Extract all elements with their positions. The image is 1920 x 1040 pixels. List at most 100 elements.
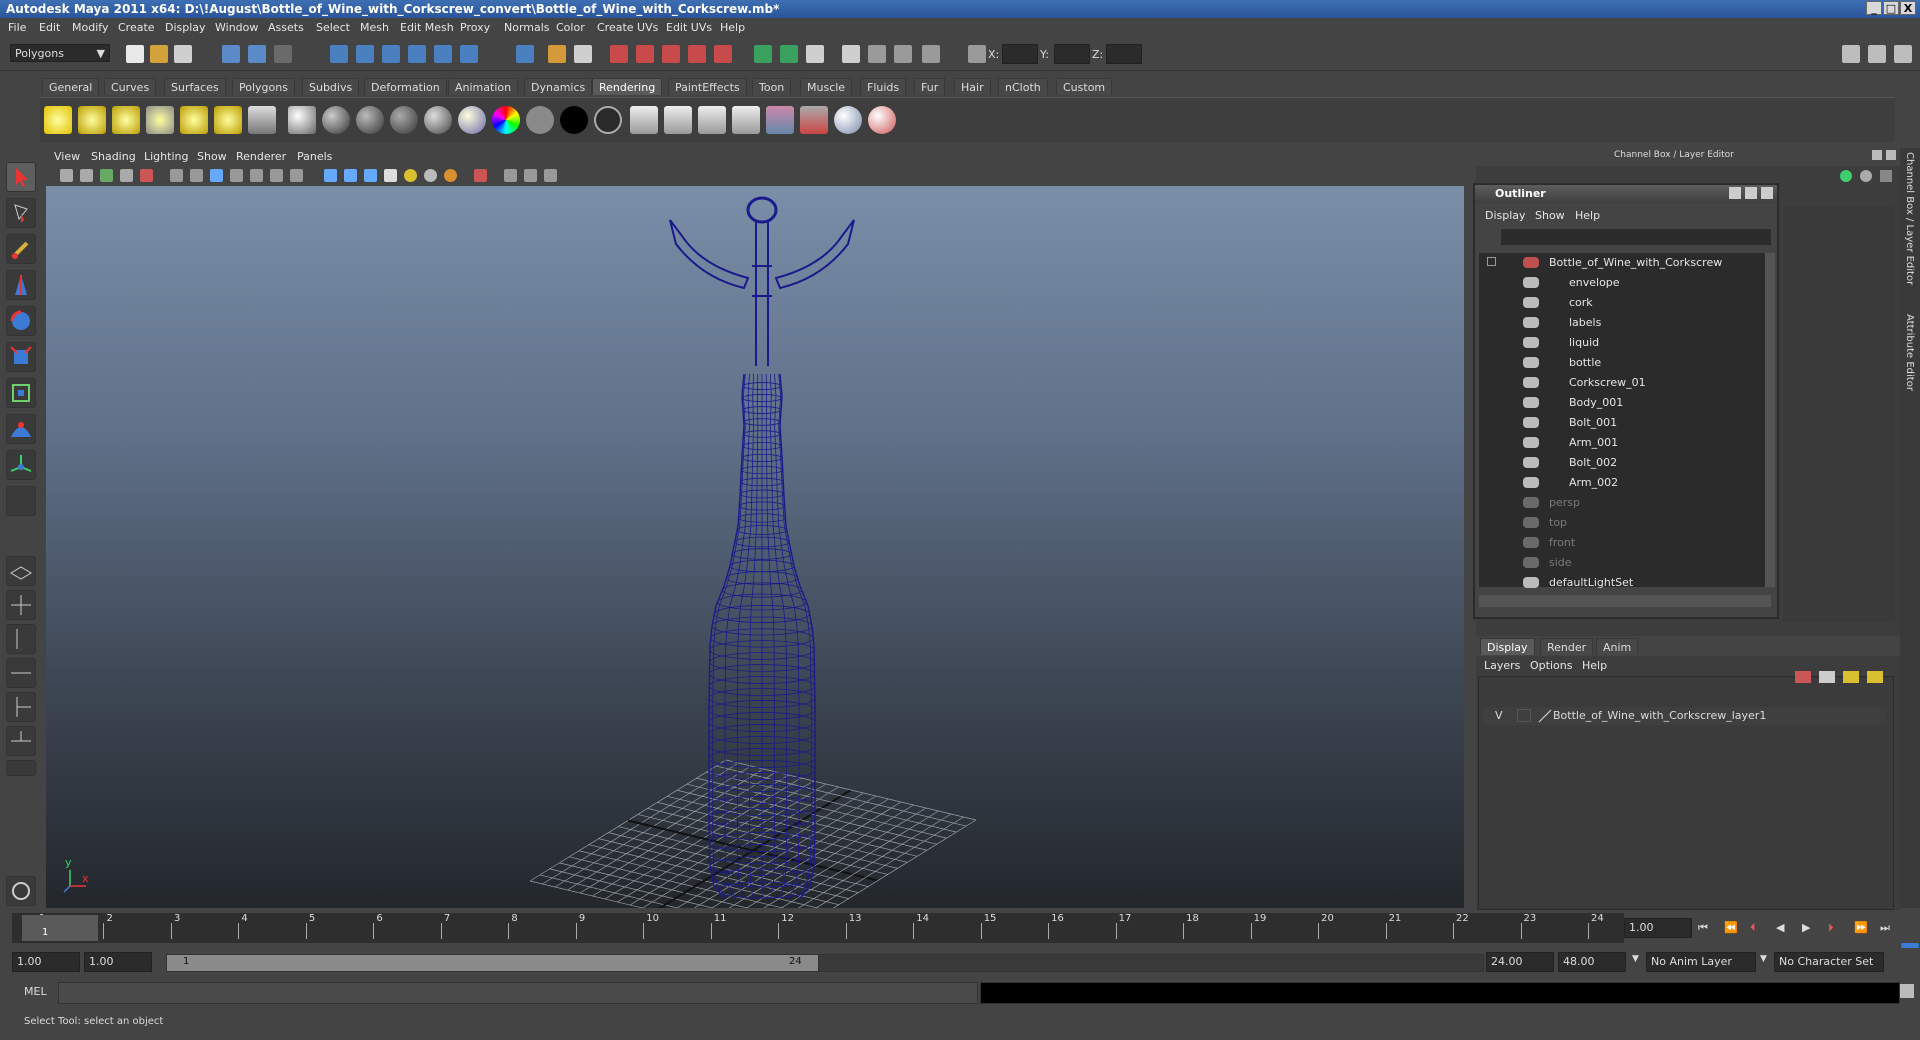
go-to-end-icon[interactable]: ⏭ — [1880, 921, 1894, 934]
shelf-tab-dynamics[interactable]: Dynamics — [524, 78, 593, 95]
y-field[interactable] — [1054, 44, 1090, 64]
shadows-icon[interactable] — [424, 169, 437, 182]
start-time-field[interactable]: 1.00 — [12, 952, 80, 972]
more-layouts-icon[interactable] — [6, 760, 36, 776]
shelf-tab-toon[interactable]: Toon — [752, 78, 792, 95]
point-light-icon[interactable] — [112, 106, 140, 134]
play-forwards-icon[interactable]: ▶ — [1802, 921, 1816, 934]
layer-type-toggle[interactable] — [1517, 709, 1531, 722]
lambert-material-icon[interactable] — [322, 106, 350, 134]
shelf-tab-hair[interactable]: Hair — [954, 78, 991, 95]
mel-script-icon[interactable] — [6, 876, 36, 906]
grid-toggle-icon[interactable] — [170, 169, 183, 182]
film-gate-icon[interactable] — [190, 169, 203, 182]
toggle-attribute-editor-icon[interactable] — [1842, 45, 1860, 63]
save-scene-icon[interactable] — [174, 45, 192, 63]
ambient-light-icon[interactable] — [44, 106, 72, 134]
step-back-key-icon[interactable]: ⏪ — [1724, 921, 1738, 934]
menu-select[interactable]: Select — [316, 21, 350, 34]
move-down-layer-icon[interactable] — [1867, 671, 1883, 683]
bottle-corkscrew-wireframe[interactable] — [669, 196, 855, 899]
command-language-label[interactable]: MEL — [24, 985, 47, 998]
render-view-shelf-icon[interactable] — [630, 106, 658, 134]
menu-window[interactable]: Window — [215, 21, 258, 34]
menu-normals[interactable]: Normals — [504, 21, 550, 34]
shelf-tab-polygons[interactable]: Polygons — [232, 78, 295, 95]
shelf-tab-deformation[interactable]: Deformation — [364, 78, 447, 95]
scene-canvas[interactable] — [46, 186, 1464, 908]
blinn-material-icon[interactable] — [288, 106, 316, 134]
layer-color-icon[interactable] — [1537, 708, 1553, 724]
toggle-channel-box-icon[interactable] — [1894, 45, 1912, 63]
select-camera-icon[interactable] — [60, 169, 73, 182]
viewport-menu-lighting[interactable]: Lighting — [144, 150, 188, 163]
outliner-maximize-icon[interactable] — [1745, 187, 1757, 199]
speed-icon[interactable] — [1860, 170, 1872, 182]
phonge-material-icon[interactable] — [390, 106, 418, 134]
move-tool-icon[interactable] — [6, 270, 36, 300]
scale-tool-icon[interactable] — [6, 342, 36, 372]
toggle-tool-settings-icon[interactable] — [1868, 45, 1886, 63]
viewport-menu-show[interactable]: Show — [197, 150, 227, 163]
ramp-shader-icon[interactable] — [492, 106, 520, 134]
current-frame-marker[interactable]: 1 — [22, 915, 98, 941]
graph-icon[interactable] — [780, 45, 798, 63]
render-view-icon[interactable] — [714, 45, 732, 63]
attribute-editor-icon[interactable] — [842, 45, 860, 63]
close-button[interactable]: X — [1900, 1, 1916, 15]
outliner-item[interactable]: envelope — [1479, 273, 1759, 293]
soft-modification-icon[interactable] — [6, 414, 36, 444]
layered-shader-icon[interactable] — [458, 106, 486, 134]
outliner-menu-help[interactable]: Help — [1575, 209, 1600, 222]
shelf-tab-ncloth[interactable]: nCloth — [998, 78, 1048, 95]
image-plane-icon[interactable] — [120, 169, 133, 182]
menu-edit-mesh[interactable]: Edit Mesh — [400, 21, 454, 34]
outliner-icon[interactable] — [922, 45, 940, 63]
outliner-item[interactable]: Arm_002 — [1479, 473, 1759, 493]
anim-layer-selector[interactable]: No Anim Layer — [1646, 952, 1756, 972]
persp-outliner-layout-icon[interactable] — [6, 624, 36, 654]
gate-mask-icon[interactable] — [230, 169, 243, 182]
four-view-layout-icon[interactable] — [6, 590, 36, 620]
wireframe-icon[interactable] — [324, 169, 337, 182]
menu-proxy[interactable]: Proxy — [460, 21, 490, 34]
outliner-title-bar[interactable]: Outliner — [1475, 185, 1777, 203]
menu-modify[interactable]: Modify — [72, 21, 108, 34]
persp-hypergraph-layout-icon[interactable] — [6, 692, 36, 722]
snap-view-icon[interactable] — [460, 45, 478, 63]
safe-title-icon[interactable] — [290, 169, 303, 182]
menu-assets[interactable]: Assets — [268, 21, 304, 34]
shelf-tab-rendering[interactable]: Rendering — [592, 78, 663, 95]
menu-edit[interactable]: Edit — [39, 21, 60, 34]
outliner-item[interactable]: persp — [1479, 493, 1759, 513]
outliner-minimize-icon[interactable] — [1729, 187, 1741, 199]
area-light-icon[interactable] — [180, 106, 208, 134]
persp-graph-layout-icon[interactable] — [6, 658, 36, 688]
viewport-menu-renderer[interactable]: Renderer — [236, 150, 286, 163]
side-tab-attribute-editor[interactable]: Attribute Editor — [1904, 314, 1915, 391]
z-field[interactable] — [1106, 44, 1142, 64]
outliner-item[interactable]: Bolt_001 — [1479, 413, 1759, 433]
step-forward-frame-icon[interactable]: ⏵ — [1828, 921, 1842, 934]
layer-visibility-toggle[interactable]: V — [1495, 709, 1503, 722]
select-object-icon[interactable] — [248, 45, 266, 63]
mode-selector[interactable]: Polygons ▼ — [10, 44, 110, 62]
camera-attributes-icon[interactable] — [80, 169, 93, 182]
x-field[interactable] — [1002, 44, 1038, 64]
xray-icon[interactable] — [504, 169, 517, 182]
viewport-menu-view[interactable]: View — [54, 150, 80, 163]
outliner-item[interactable]: Body_001 — [1479, 393, 1759, 413]
outliner-item[interactable]: Bottle_of_Wine_with_Corkscrew — [1479, 253, 1759, 273]
outliner-item[interactable]: liquid — [1479, 333, 1759, 353]
shelf-tab-custom[interactable]: Custom — [1056, 78, 1113, 95]
show-manipulator-icon[interactable] — [6, 450, 36, 480]
time-slider[interactable]: 123456789101112131415161718192021222324 … — [12, 913, 1624, 943]
outliner-item[interactable]: Arm_001 — [1479, 433, 1759, 453]
outliner-graph-layout-icon[interactable] — [6, 726, 36, 756]
rotate-tool-icon[interactable] — [6, 306, 36, 336]
directional-light-icon[interactable] — [78, 106, 106, 134]
select-component-icon[interactable] — [274, 45, 292, 63]
layer-menu-help[interactable]: Help — [1582, 659, 1607, 672]
playback-end-field[interactable]: 24.00 — [1486, 952, 1554, 972]
shelf-tab-animation[interactable]: Animation — [448, 78, 519, 95]
